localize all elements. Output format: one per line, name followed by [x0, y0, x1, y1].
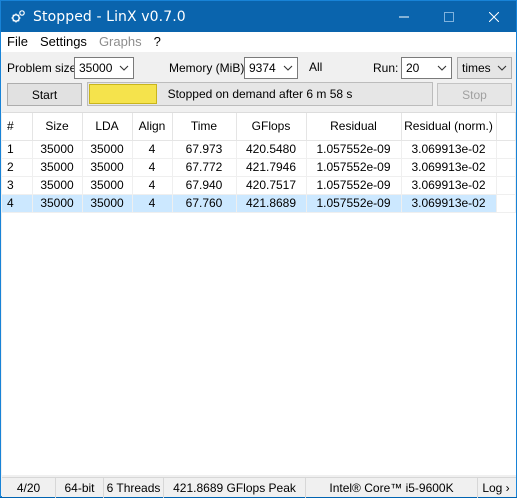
status-cpu: Intel® Core™ i5-9600K — [306, 477, 478, 498]
column-header-size[interactable]: Size — [32, 113, 83, 141]
cell-residual-norm: 3.069913e-02 — [401, 158, 497, 177]
cell-align: 4 — [132, 140, 173, 159]
cell-filler — [496, 140, 516, 159]
cell-gflops: 420.5480 — [236, 140, 307, 159]
table-row[interactable]: 2 35000 35000 4 67.772 421.7946 1.057552… — [2, 158, 516, 177]
stop-button[interactable]: Stop — [437, 83, 512, 106]
gear-icon — [10, 9, 26, 25]
status-threads: 6 Threads — [104, 477, 164, 498]
problem-size-combo[interactable]: 35000 — [74, 57, 134, 79]
cell-time: 67.940 — [172, 176, 237, 195]
column-header-residual[interactable]: Residual — [306, 113, 402, 141]
chevron-down-icon — [119, 65, 129, 71]
cell-size: 35000 — [32, 140, 83, 159]
cell-residual: 1.057552e-09 — [306, 140, 402, 159]
column-header-filler — [496, 113, 516, 141]
progress-status-text: Stopped on demand after 6 m 58 s — [167, 87, 353, 101]
cell-lda: 35000 — [82, 158, 133, 177]
table-row-selected[interactable]: 4 35000 35000 4 67.760 421.8689 1.057552… — [2, 194, 516, 213]
menu-file[interactable]: File — [1, 32, 34, 52]
cell-residual: 1.057552e-09 — [306, 158, 402, 177]
column-header-index[interactable]: # — [2, 113, 33, 141]
status-peak-gflops: 421.8689 GFlops Peak — [164, 477, 306, 498]
status-run-progress: 4/20 — [2, 477, 56, 498]
cell-residual-norm: 3.069913e-02 — [401, 176, 497, 195]
cell-align: 4 — [132, 176, 173, 195]
cell-residual-norm: 3.069913e-02 — [401, 140, 497, 159]
table-header-row: # Size LDA Align Time GFlops Residual Re… — [2, 113, 516, 141]
minimize-button[interactable] — [381, 1, 426, 32]
cell-gflops: 420.7517 — [236, 176, 307, 195]
table-row[interactable]: 3 35000 35000 4 67.940 420.7517 1.057552… — [2, 176, 516, 195]
column-header-residual-norm[interactable]: Residual (norm.) — [401, 113, 497, 141]
column-header-align[interactable]: Align — [132, 113, 173, 141]
close-button[interactable] — [471, 1, 516, 32]
cell-filler — [496, 176, 516, 195]
problem-size-value: 35000 — [79, 61, 113, 75]
run-label: Run: — [373, 61, 399, 75]
cell-index: 4 — [2, 194, 33, 213]
run-count-combo[interactable]: 20 — [401, 57, 452, 79]
cell-size: 35000 — [32, 158, 83, 177]
log-toggle-button[interactable]: Log › — [478, 478, 514, 498]
cell-gflops: 421.8689 — [236, 194, 307, 213]
chevron-down-icon — [437, 65, 447, 71]
chevron-down-icon — [497, 65, 507, 71]
cell-time: 67.772 — [172, 158, 237, 177]
all-memory-link[interactable]: All — [309, 60, 322, 74]
memory-combo[interactable]: 9374 — [244, 57, 298, 79]
menu-help[interactable]: ? — [148, 32, 167, 52]
cell-filler — [496, 158, 516, 177]
cell-residual: 1.057552e-09 — [306, 194, 402, 213]
run-unit-value: times — [462, 61, 491, 75]
run-unit-combo[interactable]: times — [457, 57, 512, 79]
cell-residual: 1.057552e-09 — [306, 176, 402, 195]
cell-align: 4 — [132, 194, 173, 213]
chevron-down-icon — [283, 65, 293, 71]
cell-index: 1 — [2, 140, 33, 159]
table-row[interactable]: 1 35000 35000 4 67.973 420.5480 1.057552… — [2, 140, 516, 159]
cell-gflops: 421.7946 — [236, 158, 307, 177]
cell-size: 35000 — [32, 194, 83, 213]
cell-time: 67.760 — [172, 194, 237, 213]
cell-index: 3 — [2, 176, 33, 195]
cell-filler — [496, 194, 516, 213]
memory-label: Memory (MiB): — [169, 61, 248, 75]
menu-graphs[interactable]: Graphs — [93, 32, 148, 52]
menu-settings[interactable]: Settings — [34, 32, 93, 52]
cell-align: 4 — [132, 158, 173, 177]
cell-lda: 35000 — [82, 176, 133, 195]
cell-size: 35000 — [32, 176, 83, 195]
cell-residual-norm: 3.069913e-02 — [401, 194, 497, 213]
maximize-icon — [443, 11, 454, 22]
start-button[interactable]: Start — [7, 83, 82, 106]
column-header-lda[interactable]: LDA — [82, 113, 133, 141]
problem-size-label: Problem size: — [7, 61, 80, 75]
close-icon — [488, 11, 499, 22]
title-bar[interactable]: Stopped - LinX v0.7.0 — [1, 1, 516, 32]
cell-lda: 35000 — [82, 194, 133, 213]
app-window: Stopped - LinX v0.7.0 File Settings Grap… — [0, 0, 517, 498]
column-header-time[interactable]: Time — [172, 113, 237, 141]
cell-index: 2 — [2, 158, 33, 177]
maximize-button[interactable] — [426, 1, 471, 32]
column-header-gflops[interactable]: GFlops — [236, 113, 307, 141]
window-title: Stopped - LinX v0.7.0 — [33, 8, 186, 25]
memory-value: 9374 — [249, 61, 276, 75]
menu-bar: File Settings Graphs ? — [1, 32, 516, 52]
status-bitness: 64-bit — [56, 477, 104, 498]
minimize-icon — [398, 16, 409, 17]
cell-time: 67.973 — [172, 140, 237, 159]
cell-lda: 35000 — [82, 140, 133, 159]
progress-bar: Stopped on demand after 6 m 58 s — [87, 82, 433, 106]
results-table: # Size LDA Align Time GFlops Residual Re… — [2, 112, 516, 475]
run-count-value: 20 — [406, 61, 420, 75]
status-bar: 4/20 64-bit 6 Threads 421.8689 GFlops Pe… — [2, 477, 516, 498]
